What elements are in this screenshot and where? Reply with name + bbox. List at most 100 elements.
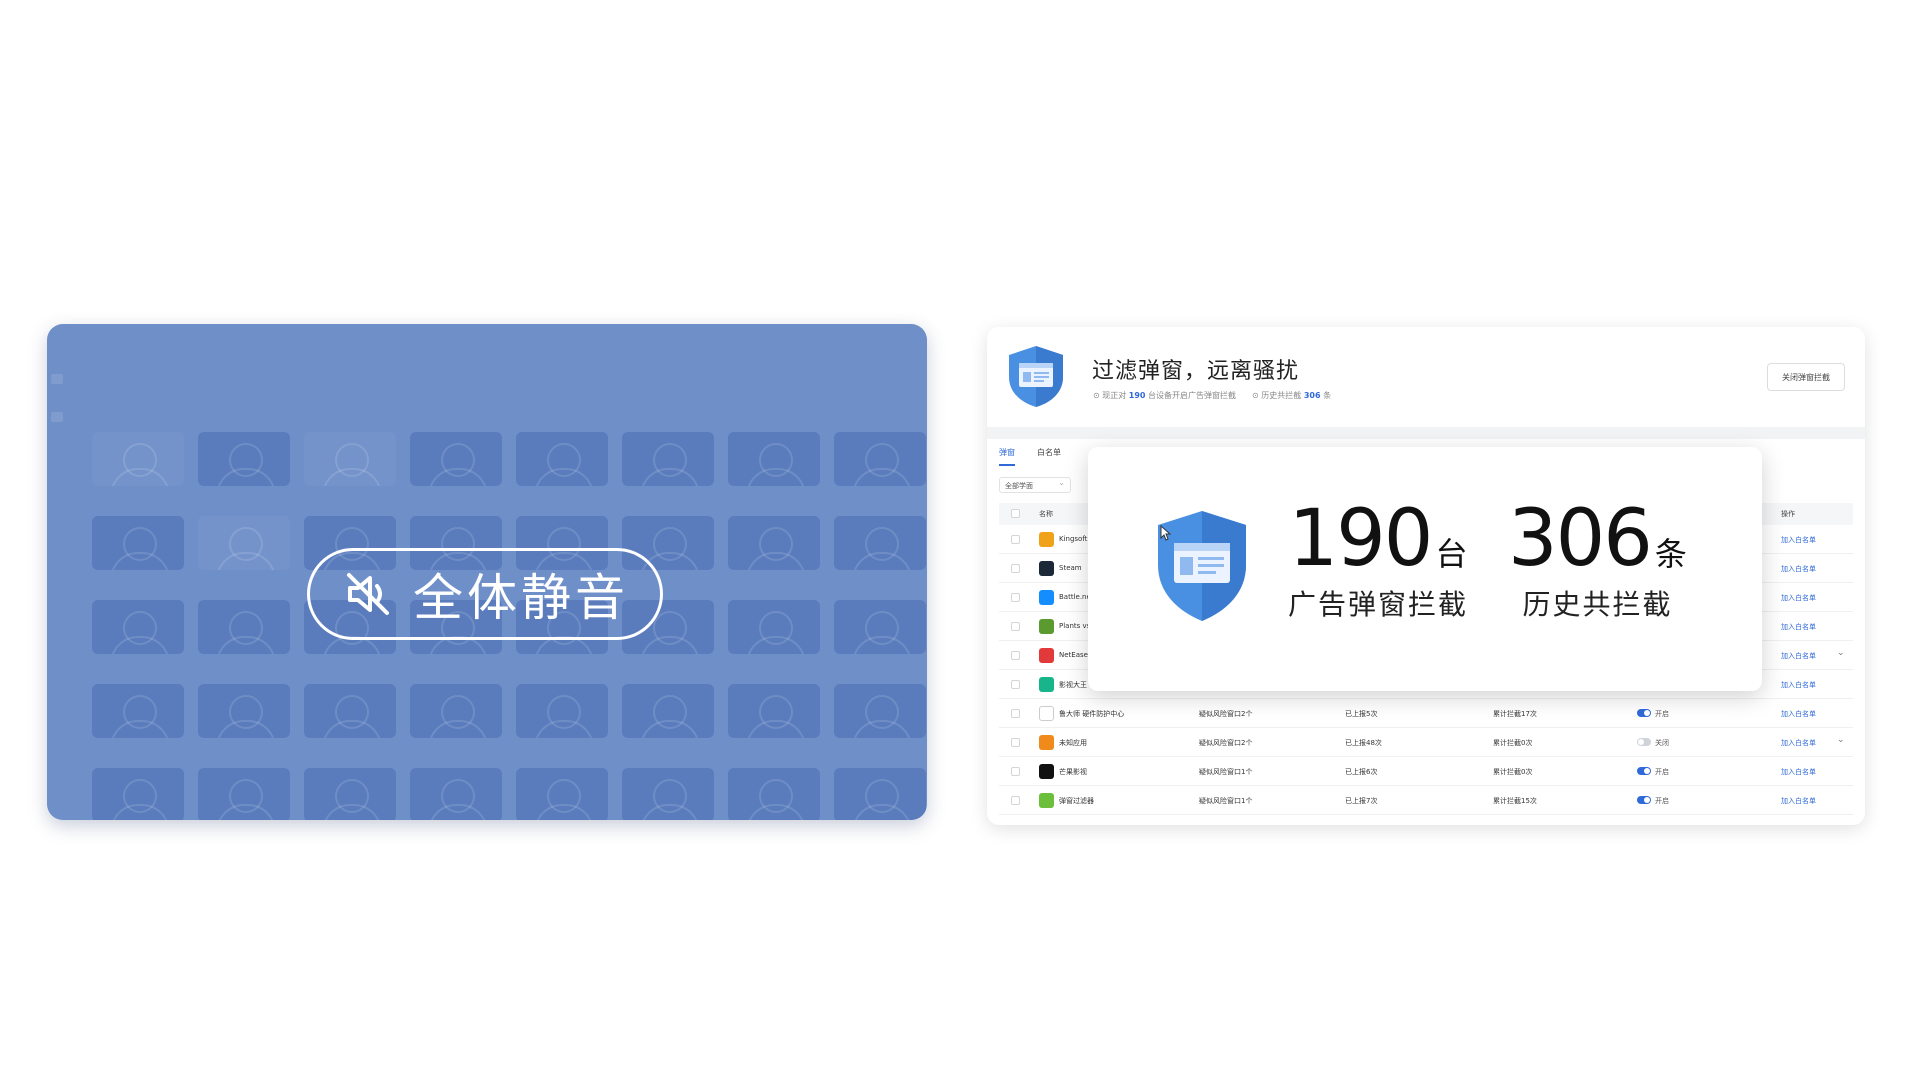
row-checkbox[interactable] — [1011, 593, 1020, 602]
add-whitelist-link[interactable]: 加入白名单 — [1781, 564, 1816, 574]
chevron-down-icon[interactable]: ⌄ — [1837, 735, 1845, 745]
add-whitelist-link[interactable]: 加入白名单 — [1781, 738, 1816, 748]
app-icon — [1039, 648, 1054, 663]
add-whitelist-link[interactable]: 加入白名单 — [1781, 796, 1816, 806]
row-checkbox[interactable] — [1011, 796, 1020, 805]
student-tile — [410, 684, 502, 738]
row-checkbox[interactable] — [1011, 680, 1020, 689]
row-checkbox[interactable] — [1011, 564, 1020, 573]
student-tile — [728, 432, 820, 486]
app-icon — [1039, 561, 1054, 576]
student-tile — [728, 684, 820, 738]
row-checkbox[interactable] — [1011, 709, 1020, 718]
tab-whitelist[interactable]: 白名单 — [1037, 447, 1061, 466]
student-tile — [622, 768, 714, 820]
student-tile — [198, 768, 290, 820]
app-name: Kingsoft — [1059, 535, 1088, 543]
row-checkbox[interactable] — [1011, 535, 1020, 544]
stat-devices-unit: 台 — [1435, 535, 1468, 573]
app-name: Steam — [1059, 564, 1082, 572]
row-checkbox[interactable] — [1011, 738, 1020, 747]
student-tile — [834, 432, 926, 486]
student-tile — [516, 768, 608, 820]
table-row: 未知应用 疑似风险窗口2个 已上报48次 累计拦截0次 关闭 加入白名单 ⌄ — [999, 728, 1853, 757]
header-action: 操作 — [1781, 510, 1795, 518]
app-icon — [1039, 532, 1054, 547]
report-count: 已上报5次 — [1345, 710, 1378, 718]
report-count: 已上报7次 — [1345, 797, 1378, 805]
stat-devices-caption: 广告弹窗拦截 — [1288, 588, 1469, 621]
app-name: 鲁大师 硬件防护中心 — [1059, 710, 1125, 718]
student-tile — [92, 768, 184, 820]
close-popup-block-button[interactable]: 关闭弹窗拦截 — [1767, 363, 1845, 391]
stat-devices-value: 190 — [1288, 494, 1434, 584]
select-all-checkbox[interactable] — [1011, 509, 1020, 518]
student-tile — [198, 516, 290, 570]
add-whitelist-link[interactable]: 加入白名单 — [1781, 593, 1816, 603]
student-tile — [834, 600, 926, 654]
row-checkbox[interactable] — [1011, 622, 1020, 631]
toggle-label: 关闭 — [1655, 739, 1669, 747]
row-checkbox[interactable] — [1011, 767, 1020, 776]
speaker-muted-icon — [347, 573, 389, 615]
student-tile — [92, 432, 184, 486]
app-icon — [1039, 619, 1054, 634]
student-tile — [92, 684, 184, 738]
add-whitelist-link[interactable]: 加入白名单 — [1781, 651, 1816, 661]
app-name: 芒果影视 — [1059, 768, 1087, 776]
filter-select[interactable]: 全部学面 — [999, 477, 1071, 493]
mute-all-button[interactable]: 全体静音 — [307, 548, 663, 640]
sidebar-icon — [51, 374, 63, 384]
student-tile — [410, 432, 502, 486]
student-tile — [834, 684, 926, 738]
classroom-panel: 全体静音 — [47, 324, 927, 820]
student-tile — [198, 600, 290, 654]
chevron-down-icon[interactable]: ⌄ — [1837, 648, 1845, 658]
student-tile — [92, 516, 184, 570]
stat-history-value: 306 — [1508, 494, 1653, 584]
report-count: 已上报6次 — [1345, 768, 1378, 776]
toggle-label: 开启 — [1655, 768, 1669, 776]
app-icon — [1039, 764, 1054, 779]
tab-popups[interactable]: 弹窗 — [999, 447, 1015, 466]
row-checkbox[interactable] — [1011, 651, 1020, 660]
header-name: 名称 — [1039, 510, 1053, 518]
app-icon — [1039, 706, 1054, 721]
add-whitelist-link[interactable]: 加入白名单 — [1781, 709, 1816, 719]
sidebar-icon — [51, 412, 63, 422]
block-toggle[interactable] — [1637, 767, 1651, 775]
block-toggle[interactable] — [1637, 709, 1651, 717]
add-whitelist-link[interactable]: 加入白名单 — [1781, 622, 1816, 632]
student-tile — [728, 516, 820, 570]
student-tile — [622, 432, 714, 486]
student-tile — [410, 768, 502, 820]
header-subtitle: ⊙ 现正对 190 台设备开启广告弹窗拦截 ⊙ 历史共拦截 306 条 — [1093, 390, 1331, 401]
student-tile — [304, 432, 396, 486]
block-count: 累计拦截17次 — [1493, 710, 1537, 718]
block-count: 累计拦截15次 — [1493, 797, 1537, 805]
toggle-label: 开启 — [1655, 710, 1669, 718]
block-toggle[interactable] — [1637, 796, 1651, 804]
student-tile — [198, 684, 290, 738]
stat-history-caption: 历史共拦截 — [1522, 588, 1673, 621]
risk-window-count: 疑似风险窗口2个 — [1199, 739, 1253, 747]
history-count-text: ⊙ 历史共拦截 306 条 — [1252, 391, 1332, 400]
student-tile — [198, 432, 290, 486]
device-count-text: ⊙ 现正对 190 台设备开启广告弹窗拦截 — [1093, 391, 1237, 400]
mute-all-label: 全体静音 — [413, 569, 629, 627]
add-whitelist-link[interactable]: 加入白名单 — [1781, 767, 1816, 777]
block-toggle[interactable] — [1637, 738, 1651, 746]
student-tile — [728, 600, 820, 654]
add-whitelist-link[interactable]: 加入白名单 — [1781, 680, 1816, 690]
stat-history: 306 条 历史共拦截 — [1508, 499, 1687, 623]
header-divider — [987, 427, 1865, 439]
panel-topbar — [47, 324, 927, 346]
risk-window-count: 疑似风险窗口2个 — [1199, 710, 1253, 718]
add-whitelist-link[interactable]: 加入白名单 — [1781, 535, 1816, 545]
block-count: 累计拦截0次 — [1493, 768, 1533, 776]
app-name: Plants vs — [1059, 622, 1091, 630]
app-icon — [1039, 735, 1054, 750]
app-icon — [1039, 793, 1054, 808]
student-tile — [834, 516, 926, 570]
panel-sidebar — [47, 374, 69, 814]
